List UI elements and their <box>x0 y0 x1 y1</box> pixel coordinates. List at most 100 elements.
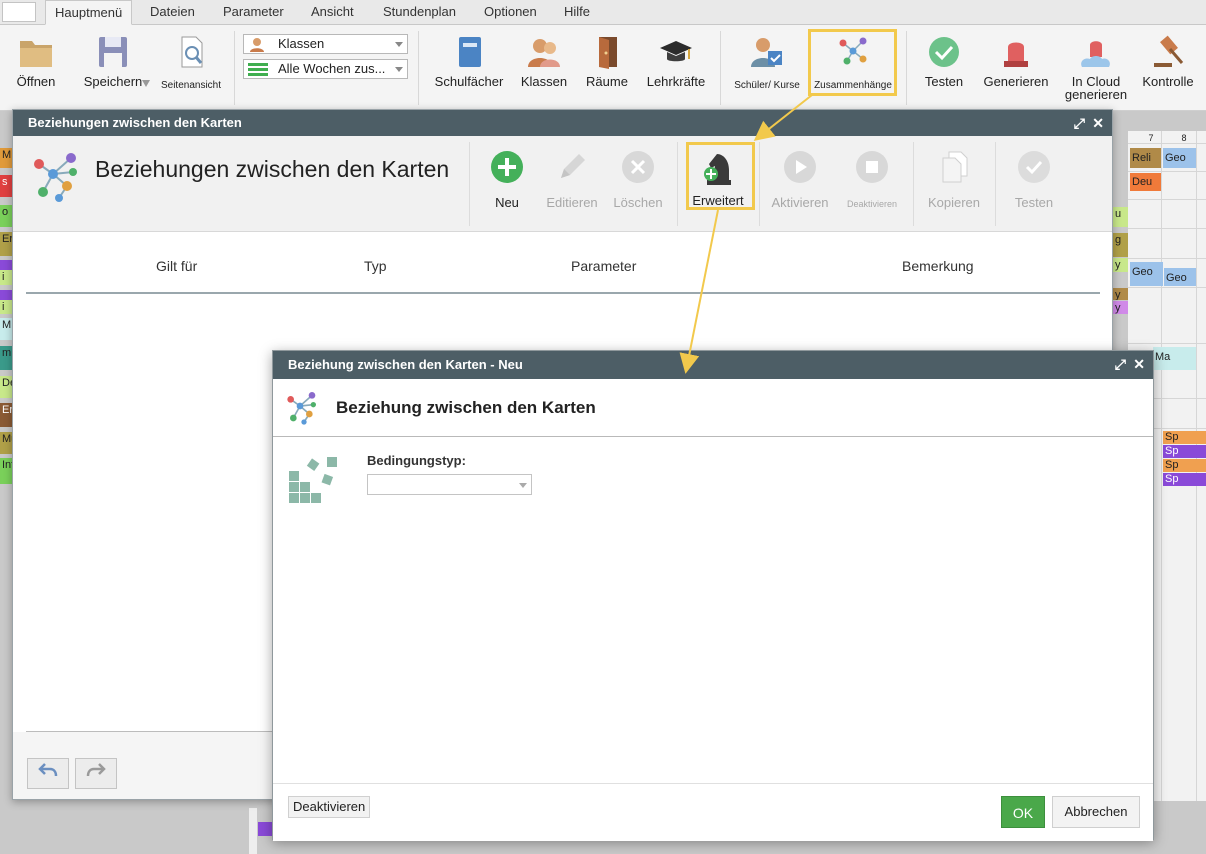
column-header-type[interactable]: Typ <box>364 258 387 274</box>
generate-button[interactable]: Generieren <box>980 35 1052 88</box>
maximize-icon[interactable]: ⤢ <box>1074 110 1085 136</box>
tab-ansicht[interactable]: Ansicht <box>302 0 363 25</box>
lesson-cell-geo[interactable]: Geo <box>1164 268 1196 286</box>
undo-button[interactable] <box>27 758 69 789</box>
students-courses-button[interactable]: Schüler/ Kurse <box>728 35 806 92</box>
lesson-cell-fragment: Mu <box>0 432 12 454</box>
tab-parameter[interactable]: Parameter <box>214 0 293 25</box>
classes-button[interactable]: Klassen <box>514 35 574 88</box>
timetable-rule <box>1128 171 1206 172</box>
toolbar-separator <box>759 142 760 226</box>
lesson-cell-sp[interactable]: Sp <box>1163 459 1206 472</box>
status-strip <box>249 808 257 854</box>
weeks-select[interactable]: Alle Wochen zus... <box>243 59 408 79</box>
timetable-rule <box>1128 228 1206 229</box>
check-button[interactable]: Kontrolle <box>1140 35 1196 88</box>
chevron-down-icon <box>395 42 403 47</box>
floppy-disk-icon <box>99 37 127 67</box>
new-label: Neu <box>495 195 519 210</box>
lesson-cell-fragment: i <box>0 300 12 314</box>
tab-dateien[interactable]: Dateien <box>141 0 204 25</box>
open-label: Öffnen <box>16 74 56 89</box>
lesson-cell-sp[interactable]: Sp <box>1163 445 1206 458</box>
toolbar-separator <box>677 142 678 226</box>
new-relation-heading: Beziehung zwischen den Karten <box>336 398 596 417</box>
lesson-cell-fragment: Er <box>0 403 12 427</box>
relations-highlight-frame <box>808 29 897 96</box>
check-badge-icon <box>929 37 959 67</box>
close-icon[interactable]: ✕ <box>1133 351 1145 377</box>
rooms-button[interactable]: Räume <box>580 35 634 88</box>
timetable-rule <box>1128 287 1206 288</box>
menu-bar: Hauptmenü Dateien Parameter Ansicht Stun… <box>0 0 1206 25</box>
pencil-icon <box>561 154 585 178</box>
generate-label: Generieren <box>983 74 1049 89</box>
activate-label: Aktivieren <box>771 195 829 210</box>
rooms-label: Räume <box>586 74 628 89</box>
delete-label: Löschen <box>613 195 663 210</box>
check-label: Kontrolle <box>1142 74 1194 89</box>
tab-hilfe[interactable]: Hilfe <box>555 0 599 25</box>
subjects-button[interactable]: Schulfächer <box>432 35 506 88</box>
lesson-cell-fragment: g <box>1113 233 1128 257</box>
lesson-cell-deu[interactable]: Deu <box>1130 173 1161 191</box>
teachers-button[interactable]: Lehrkräfte <box>642 35 710 88</box>
delete-button[interactable]: Löschen <box>605 150 671 210</box>
folder-icon <box>20 41 52 67</box>
column-header-remark[interactable]: Bemerkung <box>902 258 974 274</box>
test-relations-button[interactable]: Testen <box>1001 150 1067 210</box>
classes-label: Klassen <box>520 74 568 89</box>
tab-hauptmenue[interactable]: Hauptmenü <box>45 0 133 25</box>
timetable-rule <box>1128 258 1206 259</box>
deactivate-relation-button[interactable]: Deaktivieren <box>288 796 371 818</box>
save-dropdown-icon[interactable] <box>142 79 150 87</box>
ok-button[interactable]: OK <box>1001 796 1045 828</box>
lesson-cell-fragment: Inf <box>0 458 12 484</box>
open-button[interactable]: Öffnen <box>14 35 58 88</box>
redo-button[interactable] <box>75 758 117 789</box>
column-header-applies-to[interactable]: Gilt für <box>156 258 197 274</box>
lesson-cell-sp[interactable]: Sp <box>1163 431 1206 444</box>
edit-button[interactable]: Editieren <box>539 150 605 210</box>
test-relations-label: Testen <box>1014 195 1054 210</box>
cloud-siren-icon <box>1081 41 1110 67</box>
condition-type-select[interactable] <box>367 474 532 495</box>
lesson-cell-fragment: s <box>0 175 12 197</box>
close-icon[interactable]: ✕ <box>1092 110 1104 136</box>
timetable-rule <box>1128 199 1206 200</box>
graduation-cap-icon <box>660 41 692 62</box>
lesson-cell-geo[interactable]: Geo <box>1163 148 1196 168</box>
test-button[interactable]: Testen <box>918 35 970 88</box>
print-preview-button[interactable]: Seitenansicht <box>158 35 224 92</box>
activate-button[interactable]: Aktivieren <box>767 150 833 210</box>
cloud-generate-label-2: generieren <box>1064 87 1128 102</box>
lesson-cell-fragment: M <box>0 318 12 340</box>
class-select-value: Klassen <box>278 36 325 51</box>
stop-circle-icon <box>856 151 888 183</box>
copy-icon <box>942 151 968 183</box>
relations-dialog-heading: Beziehungen zwischen den Karten <box>95 156 450 182</box>
ribbon-separator <box>906 31 907 105</box>
cancel-button[interactable]: Abbrechen <box>1052 796 1140 828</box>
deactivate-button[interactable]: Deaktivieren <box>839 150 905 209</box>
lesson-cell-reli[interactable]: Reli <box>1130 148 1161 168</box>
tab-optionen[interactable]: Optionen <box>475 0 546 25</box>
teachers-label: Lehrkräfte <box>646 74 706 89</box>
people-icon <box>528 39 560 67</box>
quick-access-box[interactable] <box>2 2 36 22</box>
toolbar-separator <box>995 142 996 226</box>
column-header-parameter[interactable]: Parameter <box>571 258 636 274</box>
toolbar-separator <box>913 142 914 226</box>
tab-stundenplan[interactable]: Stundenplan <box>374 0 465 25</box>
class-select[interactable]: Klassen <box>243 34 408 54</box>
copy-button[interactable]: Kopieren <box>921 150 987 210</box>
maximize-icon[interactable]: ⤢ <box>1115 351 1126 377</box>
network-graph-icon <box>34 153 77 202</box>
lesson-cell-sp[interactable]: Sp <box>1163 473 1206 486</box>
lesson-cell-geo[interactable]: Geo <box>1130 262 1163 286</box>
relations-toolbar: Beziehungen zwischen den Karten Neu Edit… <box>13 136 1112 232</box>
ribbon-separator <box>720 31 721 105</box>
cloud-generate-button[interactable]: In Cloud generieren <box>1060 35 1132 101</box>
lesson-cell-ma[interactable]: Ma <box>1153 347 1196 370</box>
new-button[interactable]: Neu <box>474 150 540 210</box>
